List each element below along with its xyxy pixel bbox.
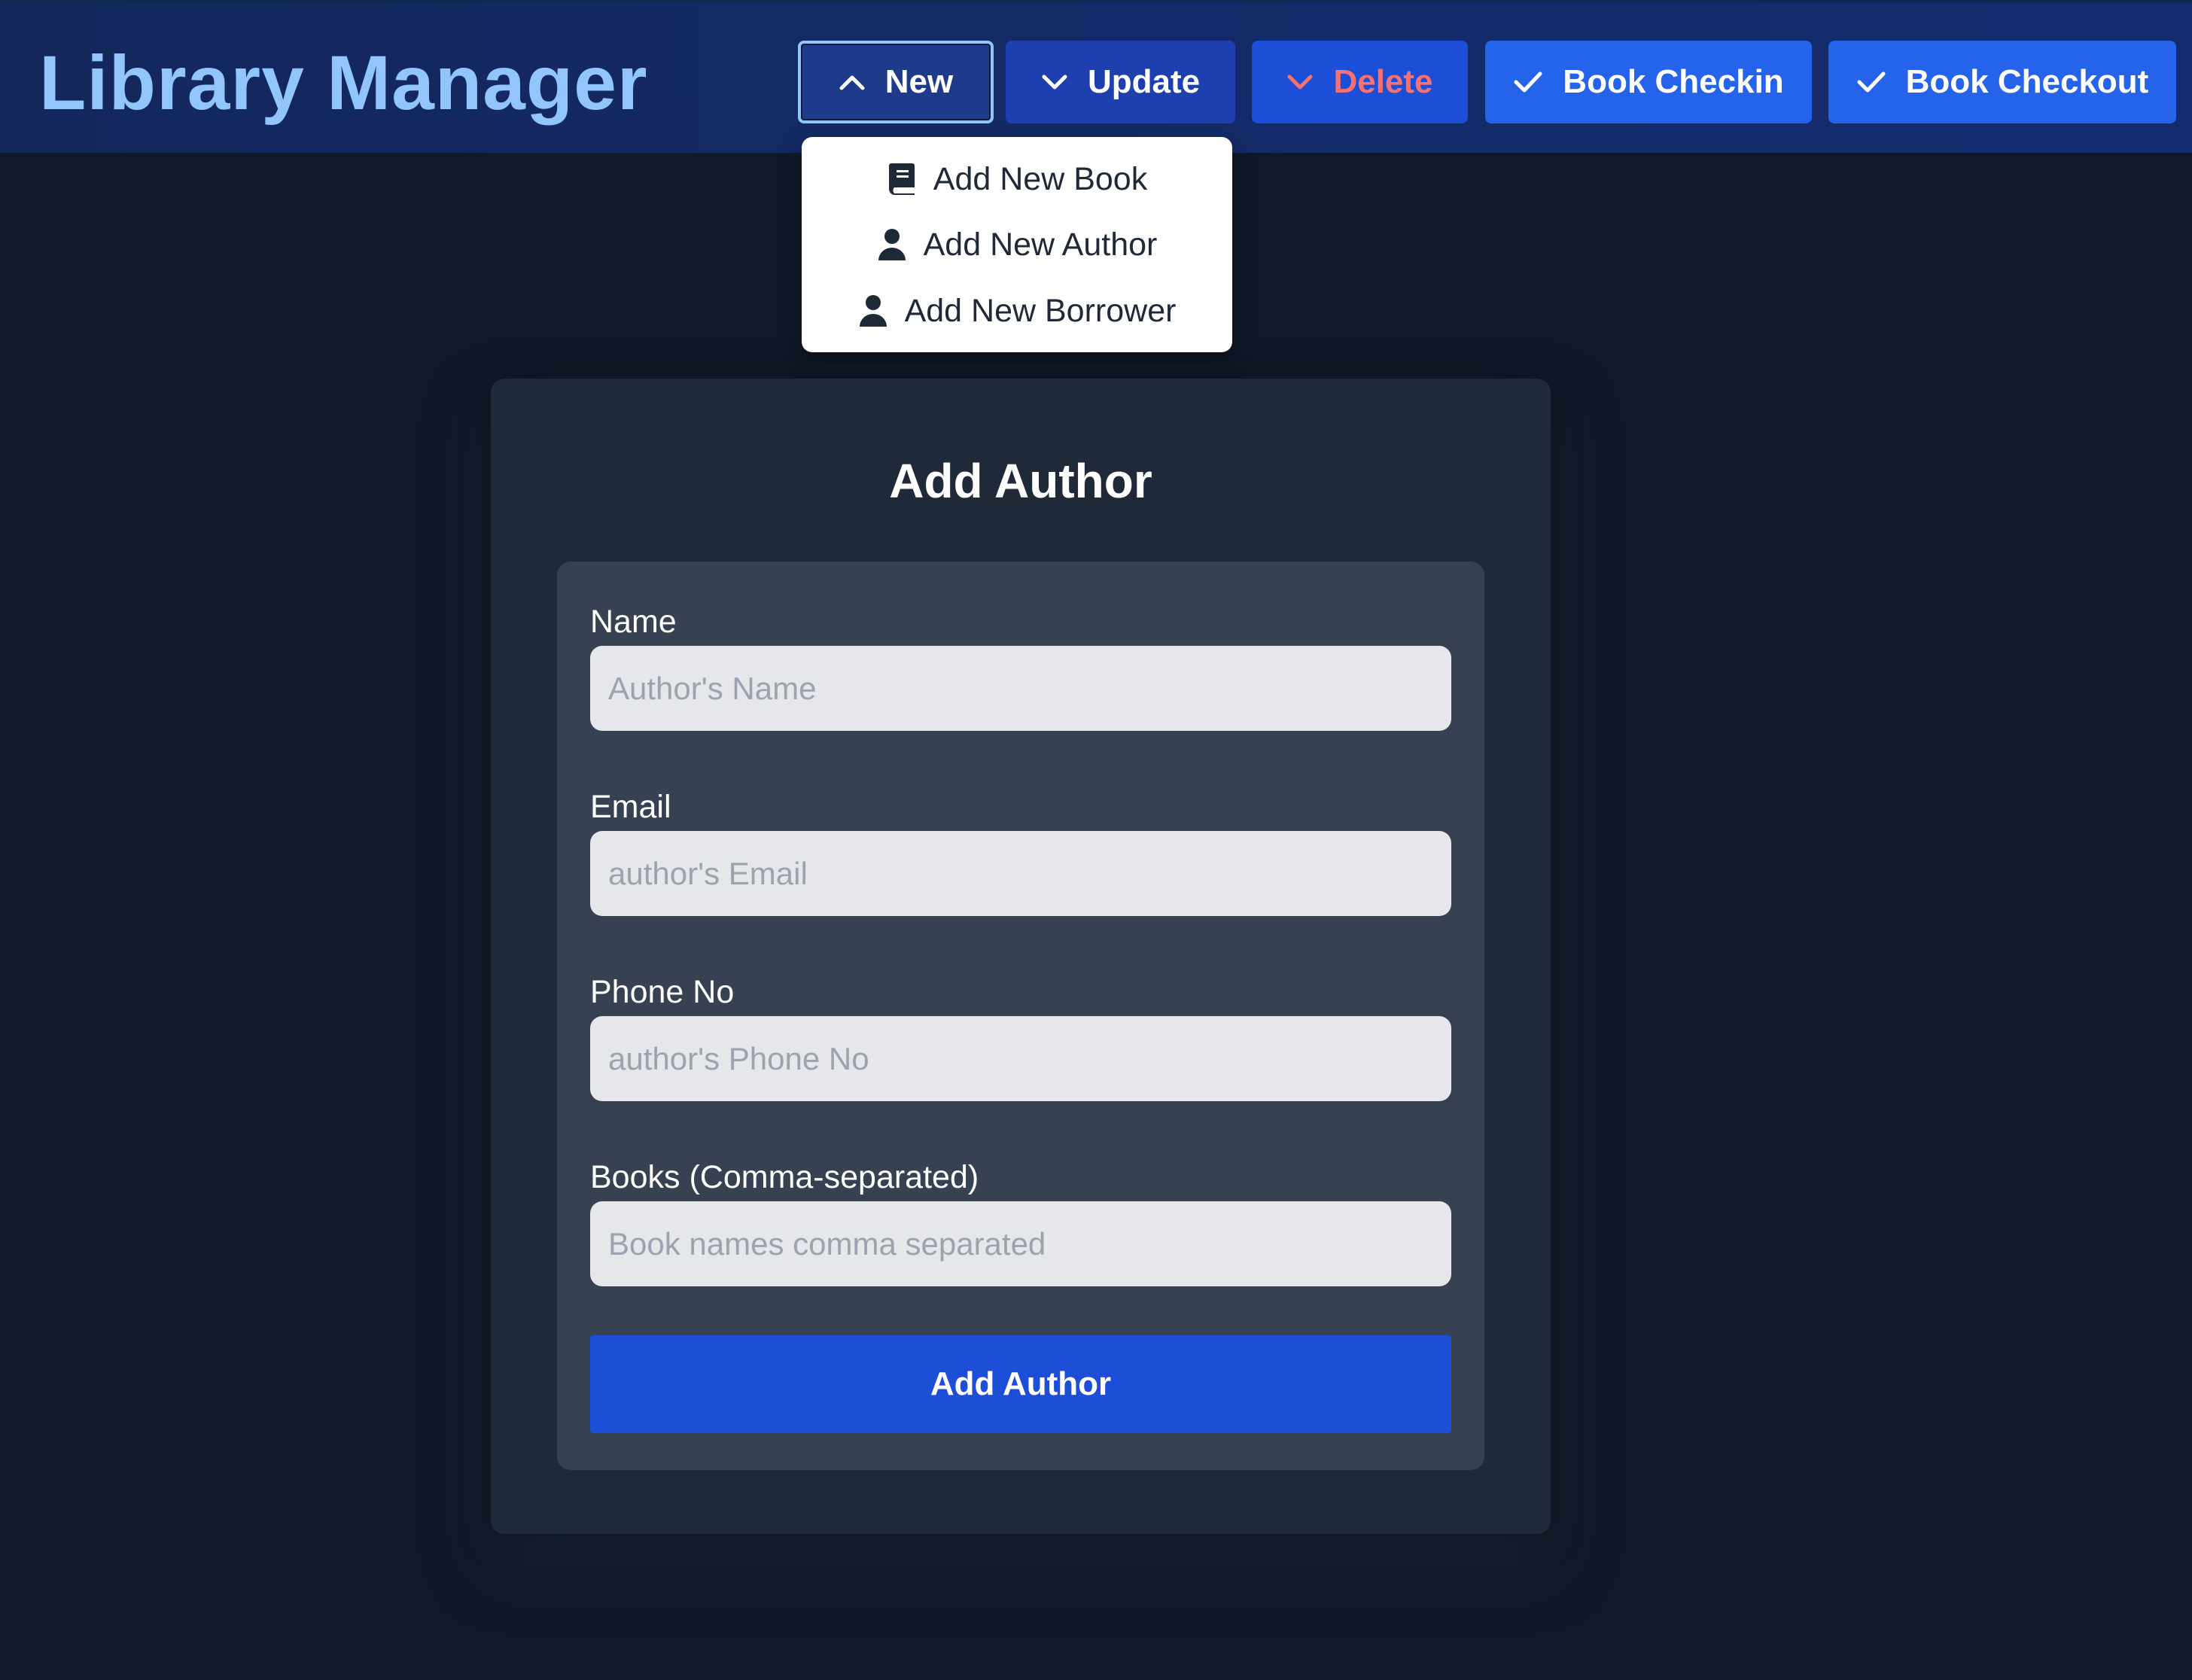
form-title: Add Author <box>889 454 1152 508</box>
top-nav-bar: Library Manager New Update Delete Book C… <box>0 0 2192 153</box>
chevron-down-icon <box>1041 73 1068 91</box>
check-icon <box>1856 71 1886 93</box>
menu-item-label: Add New Book <box>933 160 1148 197</box>
menu-item-add-new-author[interactable]: Add New Author <box>802 215 1232 275</box>
menu-item-label: Add New Author <box>923 226 1158 263</box>
new-menu-label: New <box>884 63 954 100</box>
update-menu-label: Update <box>1087 63 1201 100</box>
book-checkin-button[interactable]: Book Checkin <box>1485 41 1812 123</box>
add-author-card: Add Author Name Email Phone No Books (Co… <box>491 379 1551 1534</box>
app-title: Library Manager <box>39 40 648 126</box>
email-label: Email <box>590 789 671 825</box>
author-books-input[interactable] <box>590 1201 1451 1286</box>
update-menu-button[interactable]: Update <box>1006 41 1235 123</box>
phone-label: Phone No <box>590 974 735 1010</box>
menu-item-label: Add New Borrower <box>904 292 1177 329</box>
author-email-input[interactable] <box>590 831 1451 916</box>
book-checkout-label: Book Checkout <box>1905 63 2149 100</box>
user-icon <box>858 294 888 328</box>
add-author-form: Name Email Phone No Books (Comma-separat… <box>557 562 1484 1470</box>
author-name-input[interactable] <box>590 646 1451 731</box>
chevron-down-icon <box>1286 73 1314 91</box>
delete-menu-button[interactable]: Delete <box>1252 41 1468 123</box>
book-checkout-button[interactable]: Book Checkout <box>1828 41 2176 123</box>
menu-item-add-new-borrower[interactable]: Add New Borrower <box>802 281 1232 341</box>
book-checkin-label: Book Checkin <box>1563 63 1784 100</box>
add-author-button[interactable]: Add Author <box>590 1335 1451 1433</box>
new-menu-button[interactable]: New <box>798 41 994 123</box>
check-icon <box>1513 71 1543 93</box>
new-dropdown-menu: Add New Book Add New Author Add New Borr… <box>802 137 1232 352</box>
chevron-up-icon <box>839 73 866 91</box>
user-icon <box>877 227 907 262</box>
name-label: Name <box>590 604 677 640</box>
books-label: Books (Comma-separated) <box>590 1159 979 1195</box>
menu-item-add-new-book[interactable]: Add New Book <box>802 149 1232 209</box>
author-phone-input[interactable] <box>590 1016 1451 1101</box>
delete-menu-label: Delete <box>1333 63 1433 100</box>
book-icon <box>887 162 917 196</box>
